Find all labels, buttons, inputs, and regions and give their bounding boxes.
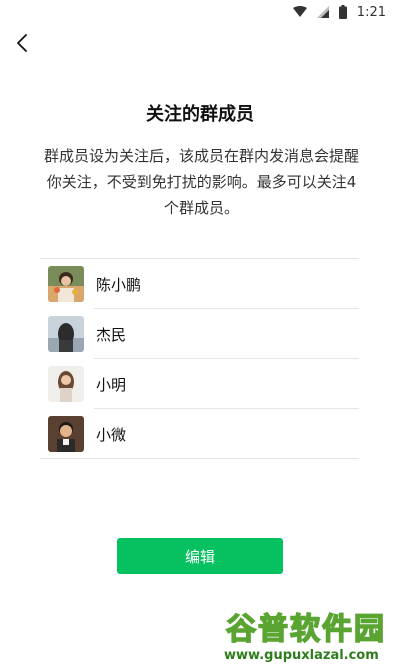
member-item[interactable]: 小微 xyxy=(40,409,359,459)
edit-button[interactable]: 编辑 xyxy=(117,538,283,574)
wifi-icon xyxy=(292,6,307,18)
member-list: 陈小鹏 杰民 小明 小微 xyxy=(40,258,359,459)
member-name: 小微 xyxy=(96,425,127,444)
member-name: 杰民 xyxy=(96,325,127,344)
signal-icon xyxy=(316,6,329,18)
avatar xyxy=(48,266,84,302)
screen: 1:21 关注的群成员 群成员设为关注后，该成员在群内发消息会提醒你关注，不受到… xyxy=(0,0,400,666)
avatar xyxy=(48,416,84,452)
member-item[interactable]: 陈小鹏 xyxy=(40,259,359,309)
battery-icon xyxy=(338,5,347,19)
page-description: 群成员设为关注后，该成员在群内发消息会提醒你关注，不受到免打扰的影响。最多可以关… xyxy=(44,147,360,217)
back-arrow-icon xyxy=(16,33,28,57)
back-button[interactable] xyxy=(8,30,36,60)
member-item[interactable]: 杰民 xyxy=(40,309,359,359)
avatar xyxy=(48,366,84,402)
watermark: 谷普软件园 www.gupuxlazal.com xyxy=(220,600,400,666)
status-time: 1:21 xyxy=(356,4,386,20)
page-title: 关注的群成员 xyxy=(146,104,254,125)
member-name: 陈小鹏 xyxy=(96,275,142,294)
watermark-url: www.gupuxlazal.com xyxy=(224,648,379,663)
status-bar: 1:21 xyxy=(0,0,400,24)
member-name: 小明 xyxy=(96,375,127,394)
member-item[interactable]: 小明 xyxy=(40,359,359,409)
watermark-title: 谷普软件园 xyxy=(225,611,386,648)
avatar xyxy=(48,316,84,352)
